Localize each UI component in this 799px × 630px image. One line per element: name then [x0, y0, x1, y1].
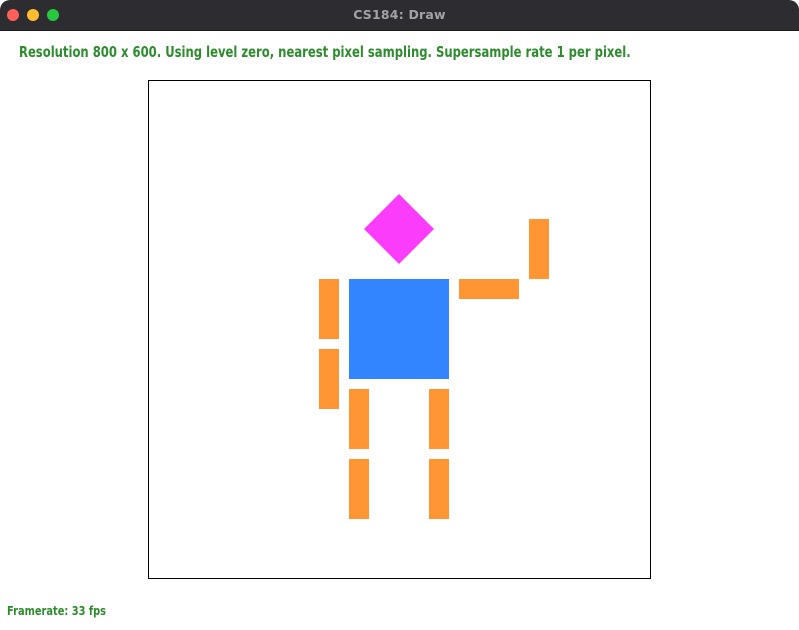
left-shin — [349, 459, 369, 519]
left-upper-arm — [319, 279, 339, 339]
right-shin — [429, 459, 449, 519]
right-upper-arm — [459, 279, 519, 299]
render-status-text: Resolution 800 x 600. Using level zero, … — [19, 43, 631, 61]
drawing-canvas[interactable] — [148, 80, 651, 579]
framerate-readout: Framerate: 33 fps — [7, 604, 107, 618]
right-forearm — [529, 219, 549, 279]
title-bar[interactable]: CS184: Draw — [0, 0, 799, 31]
right-thigh — [429, 389, 449, 449]
left-lower-arm — [319, 349, 339, 409]
canvas-svg — [319, 194, 549, 519]
window-title: CS184: Draw — [353, 7, 446, 22]
torso-square — [349, 279, 449, 379]
head-diamond — [364, 194, 434, 264]
left-thigh — [349, 389, 369, 449]
app-window: CS184: Draw Resolution 800 x 600. Using … — [0, 0, 799, 630]
